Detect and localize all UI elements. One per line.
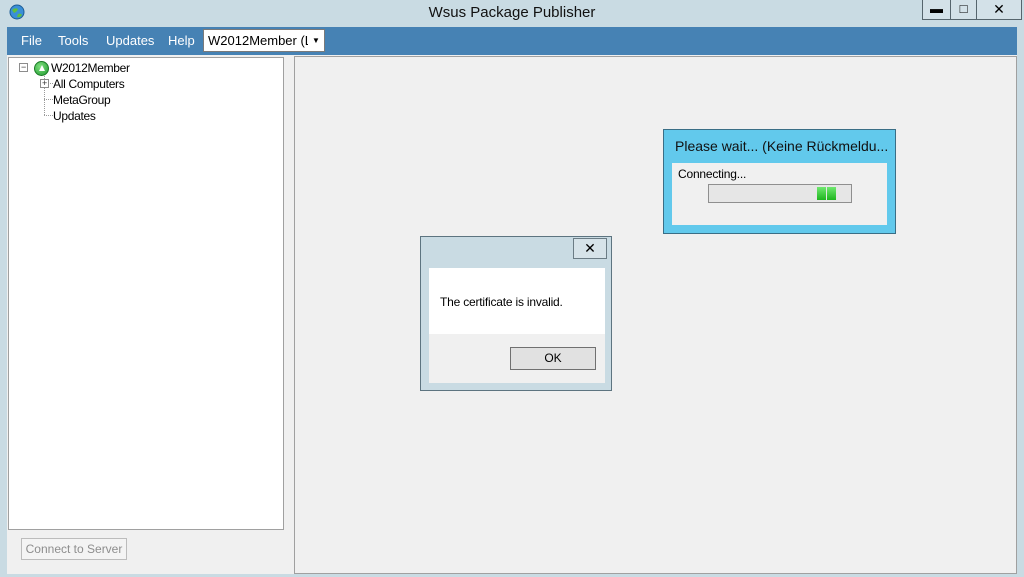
tree-connector-line [44, 115, 53, 116]
menu-file[interactable]: File [21, 27, 42, 55]
menu-bar: File Tools Updates Help W2012Member (Lc … [7, 27, 1017, 55]
window-title: Wsus Package Publisher [428, 4, 596, 21]
progress-indicator [827, 187, 836, 200]
ok-button[interactable]: OK [510, 347, 596, 370]
menu-tools[interactable]: Tools [58, 27, 88, 55]
message-body: The certificate is invalid. [429, 268, 605, 334]
progress-indicator [817, 187, 826, 200]
menu-updates[interactable]: Updates [106, 27, 154, 55]
content-panel [294, 56, 1017, 574]
tree-node-root-server[interactable]: W2012Member [51, 60, 130, 76]
server-selector-value: W2012Member (Lc [208, 33, 308, 48]
tree-node-all-computers[interactable]: All Computers [53, 76, 125, 92]
menu-help[interactable]: Help [168, 27, 195, 55]
tree-connector-line [44, 99, 53, 100]
connect-to-server-button[interactable]: Connect to Server [21, 538, 127, 560]
certificate-error-dialog: ✕ The certificate is invalid. OK [420, 236, 612, 391]
maximize-button[interactable]: □ [950, 0, 977, 20]
wait-dialog-title: Please wait... (Keine Rückmeldu... [675, 138, 889, 154]
expand-icon[interactable]: + [40, 79, 49, 88]
error-message-text: The certificate is invalid. [440, 295, 563, 309]
server-selector-dropdown[interactable]: W2012Member (Lc ▼ [203, 29, 325, 52]
server-status-icon [34, 61, 49, 76]
tree-node-updates[interactable]: Updates [53, 108, 96, 124]
wait-dialog-body: Connecting... [672, 163, 887, 225]
tree-node-metagroup[interactable]: MetaGroup [53, 92, 111, 108]
title-bar: Wsus Package Publisher ▬ □ ✕ [0, 0, 1024, 27]
computer-tree[interactable]: − W2012Member + All Computers MetaGroup … [8, 57, 284, 530]
minimize-button[interactable]: ▬ [922, 0, 951, 20]
close-window-button[interactable]: ✕ [976, 0, 1022, 20]
left-panel: − W2012Member + All Computers MetaGroup … [7, 55, 290, 574]
chevron-down-icon[interactable]: ▼ [308, 30, 324, 51]
close-dialog-button[interactable]: ✕ [573, 238, 607, 259]
please-wait-dialog: Please wait... (Keine Rückmeldu... Conne… [663, 129, 896, 234]
message-footer: OK [429, 334, 605, 383]
collapse-icon[interactable]: − [19, 63, 28, 72]
connection-status-text: Connecting... [678, 167, 747, 181]
connection-progress-bar [708, 184, 852, 203]
